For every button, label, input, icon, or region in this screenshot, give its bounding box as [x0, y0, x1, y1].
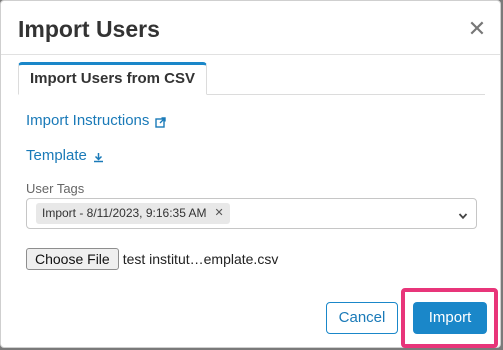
- close-icon[interactable]: ✕: [466, 17, 488, 41]
- template-label: Template: [26, 147, 87, 164]
- import-users-dialog: Import Users ✕ Import Users from CSV Imp…: [0, 0, 501, 348]
- file-input: Choose File test institut…emplate.csv: [26, 248, 278, 270]
- header-divider: [1, 54, 500, 55]
- template-link[interactable]: Template: [26, 147, 104, 164]
- user-tag-label: Import - 8/11/2023, 9:16:35 AM: [42, 206, 207, 220]
- choose-file-button[interactable]: Choose File: [26, 248, 119, 270]
- external-link-icon: [155, 115, 167, 128]
- import-instructions-link[interactable]: Import Instructions: [26, 112, 167, 129]
- selected-file-name: test institut…emplate.csv: [122, 251, 279, 267]
- tab-import-users-from-csv[interactable]: Import Users from CSV: [18, 62, 207, 95]
- user-tags-select[interactable]: Import - 8/11/2023, 9:16:35 AM ✕: [26, 198, 477, 229]
- tab-label: Import Users from CSV: [29, 70, 196, 87]
- user-tags-label: User Tags: [26, 181, 85, 196]
- user-tag-chip: Import - 8/11/2023, 9:16:35 AM ✕: [36, 203, 230, 224]
- import-instructions-label: Import Instructions: [26, 112, 150, 129]
- import-button[interactable]: Import: [413, 302, 487, 334]
- remove-tag-icon[interactable]: ✕: [215, 203, 224, 224]
- chevron-down-icon[interactable]: [458, 208, 468, 220]
- cancel-button[interactable]: Cancel: [326, 302, 398, 334]
- download-icon: [93, 150, 104, 163]
- dialog-title: Import Users: [18, 16, 160, 42]
